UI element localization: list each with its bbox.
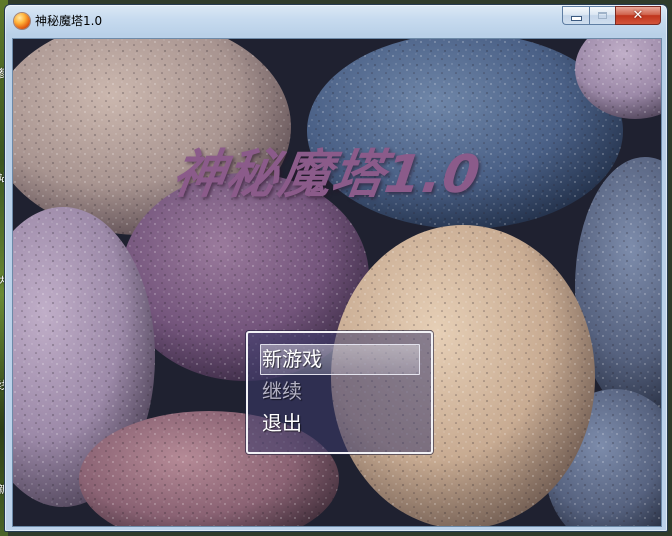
close-button[interactable]: ✕ [615,6,661,25]
title-menu: 新游戏 继续 退出 [246,331,433,454]
game-screen[interactable]: 神秘魔塔1.0 新游戏 继续 退出 [12,38,662,527]
minimize-button[interactable] [562,6,589,25]
menu-item-exit[interactable]: 退出 [262,409,302,437]
caption-buttons: ✕ [562,6,661,26]
menu-item-continue[interactable]: 继续 [262,377,302,405]
fireball-icon[interactable] [14,13,30,29]
game-window: 神秘魔塔1.0 ✕ 神秘魔塔1.0 新游戏 继续 退出 [4,4,668,532]
menu-item-new-game[interactable]: 新游戏 [262,345,322,373]
title-bar[interactable]: 神秘魔塔1.0 ✕ [5,5,667,35]
window-title: 神秘魔塔1.0 [35,14,103,28]
game-title: 神秘魔塔1.0 [168,145,485,205]
minimize-icon [570,16,582,21]
close-icon: ✕ [632,8,644,23]
maximize-icon [598,12,607,19]
maximize-button[interactable] [589,6,615,25]
